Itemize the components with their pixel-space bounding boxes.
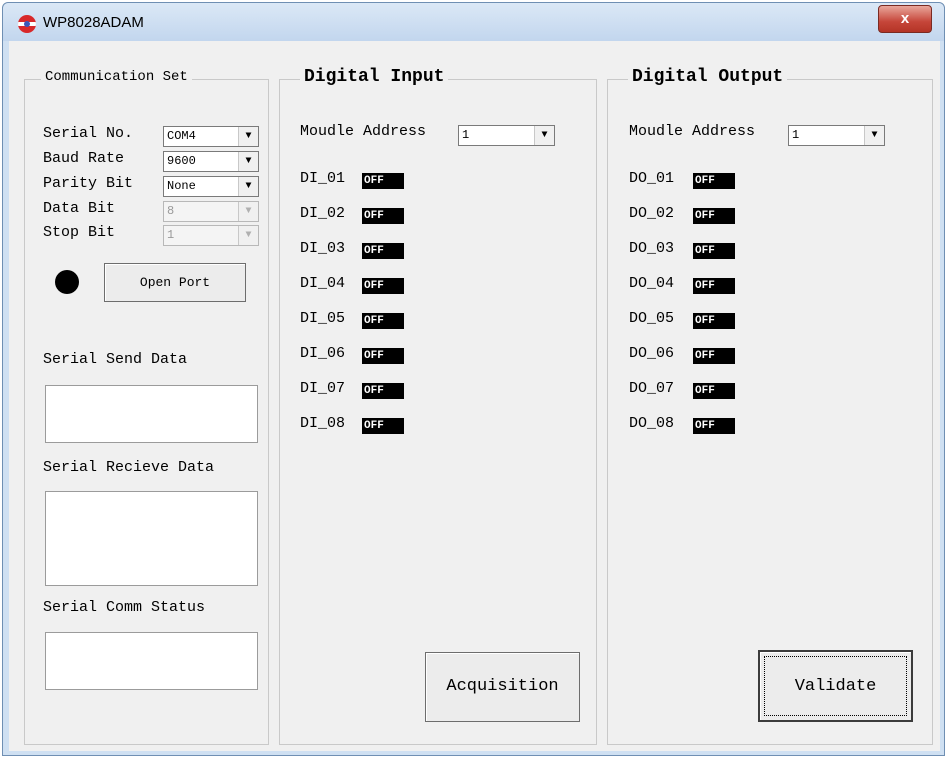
di-channel-label: DI_04 <box>300 275 346 292</box>
chevron-down-icon[interactable]: ▼ <box>864 126 884 145</box>
serial-send-data-label: Serial Send Data <box>43 351 188 368</box>
chevron-down-icon[interactable]: ▼ <box>534 126 554 145</box>
di-channel-label: DI_02 <box>300 205 346 222</box>
baud-rate-select[interactable]: 9600 ▼ <box>163 151 259 172</box>
chevron-down-icon[interactable]: ▼ <box>238 152 258 171</box>
di-channel-state: OFF <box>362 383 404 399</box>
di-channel-state: OFF <box>362 243 404 259</box>
digital-output-legend: Digital Output <box>628 67 788 87</box>
do-channel-label: DO_03 <box>629 240 675 257</box>
di-channel-state: OFF <box>362 348 404 364</box>
serial-send-data-field[interactable] <box>45 385 258 443</box>
data-bit-value: 8 <box>167 204 175 218</box>
do-channel-state: OFF <box>693 313 735 329</box>
serial-no-value: COM4 <box>167 129 196 143</box>
di-channel-state: OFF <box>362 173 404 189</box>
baud-rate-value: 9600 <box>167 154 196 168</box>
digital-input-legend: Digital Input <box>300 67 449 87</box>
communication-set-group: Communication Set Serial No. COM4 ▼ Baud… <box>24 69 269 745</box>
digital-output-group: Digital Output Moudle Address 1 ▼ DO_01 … <box>607 67 933 745</box>
stop-bit-label: Stop Bit <box>43 224 116 241</box>
di-channel-state: OFF <box>362 278 404 294</box>
app-logo-icon <box>18 15 36 33</box>
stop-bit-value: 1 <box>167 228 175 242</box>
stop-bit-select: 1 ▼ <box>163 225 259 246</box>
dialog-client: Communication Set Serial No. COM4 ▼ Baud… <box>9 41 940 751</box>
di-channel-state: OFF <box>362 418 404 434</box>
chevron-down-icon: ▼ <box>238 202 258 221</box>
serial-receive-data-field[interactable] <box>45 491 258 586</box>
di-module-address-label: Moudle Address <box>300 123 427 140</box>
acquisition-button[interactable]: Acquisition <box>425 652 580 722</box>
serial-receive-data-label: Serial Recieve Data <box>43 459 215 476</box>
app-window: WP8028ADAM x Communication Set Serial No… <box>2 2 945 756</box>
do-module-address-value: 1 <box>792 128 800 142</box>
do-channel-label: DO_04 <box>629 275 675 292</box>
title-bar: WP8028ADAM x <box>3 3 944 41</box>
di-module-address-select[interactable]: 1 ▼ <box>458 125 555 146</box>
do-channel-state: OFF <box>693 208 735 224</box>
do-channel-label: DO_06 <box>629 345 675 362</box>
do-channel-label: DO_05 <box>629 310 675 327</box>
di-channel-state: OFF <box>362 313 404 329</box>
do-channel-state: OFF <box>693 348 735 364</box>
communication-set-legend: Communication Set <box>41 69 192 85</box>
baud-rate-label: Baud Rate <box>43 150 125 167</box>
do-channel-state: OFF <box>693 243 735 259</box>
window-title: WP8028ADAM <box>43 14 144 31</box>
validate-button[interactable]: Validate <box>758 650 913 722</box>
do-channel-label: DO_08 <box>629 415 675 432</box>
di-channel-label: DI_05 <box>300 310 346 327</box>
do-module-address-select[interactable]: 1 ▼ <box>788 125 885 146</box>
serial-no-select[interactable]: COM4 ▼ <box>163 126 259 147</box>
data-bit-label: Data Bit <box>43 200 116 217</box>
serial-comm-status-label: Serial Comm Status <box>43 599 206 616</box>
do-channel-state: OFF <box>693 383 735 399</box>
di-channel-state: OFF <box>362 208 404 224</box>
di-channel-label: DI_01 <box>300 170 346 187</box>
do-channel-state: OFF <box>693 278 735 294</box>
open-port-button[interactable]: Open Port <box>104 263 246 302</box>
close-button[interactable]: x <box>878 5 932 33</box>
data-bit-select: 8 ▼ <box>163 201 259 222</box>
di-channel-label: DI_08 <box>300 415 346 432</box>
do-channel-state: OFF <box>693 173 735 189</box>
di-module-address-value: 1 <box>462 128 470 142</box>
serial-comm-status-field[interactable] <box>45 632 258 690</box>
focus-ring <box>764 656 907 716</box>
chevron-down-icon[interactable]: ▼ <box>238 127 258 146</box>
port-status-led <box>55 270 79 294</box>
parity-bit-value: None <box>167 179 196 193</box>
parity-bit-select[interactable]: None ▼ <box>163 176 259 197</box>
do-module-address-label: Moudle Address <box>629 123 756 140</box>
chevron-down-icon[interactable]: ▼ <box>238 177 258 196</box>
chevron-down-icon: ▼ <box>238 226 258 245</box>
di-channel-label: DI_03 <box>300 240 346 257</box>
do-channel-state: OFF <box>693 418 735 434</box>
do-channel-label: DO_02 <box>629 205 675 222</box>
parity-bit-label: Parity Bit <box>43 175 134 192</box>
di-channel-label: DI_07 <box>300 380 346 397</box>
digital-input-group: Digital Input Moudle Address 1 ▼ DI_01 O… <box>279 67 597 745</box>
do-channel-label: DO_07 <box>629 380 675 397</box>
serial-no-label: Serial No. <box>43 125 134 142</box>
di-channel-label: DI_06 <box>300 345 346 362</box>
do-channel-label: DO_01 <box>629 170 675 187</box>
